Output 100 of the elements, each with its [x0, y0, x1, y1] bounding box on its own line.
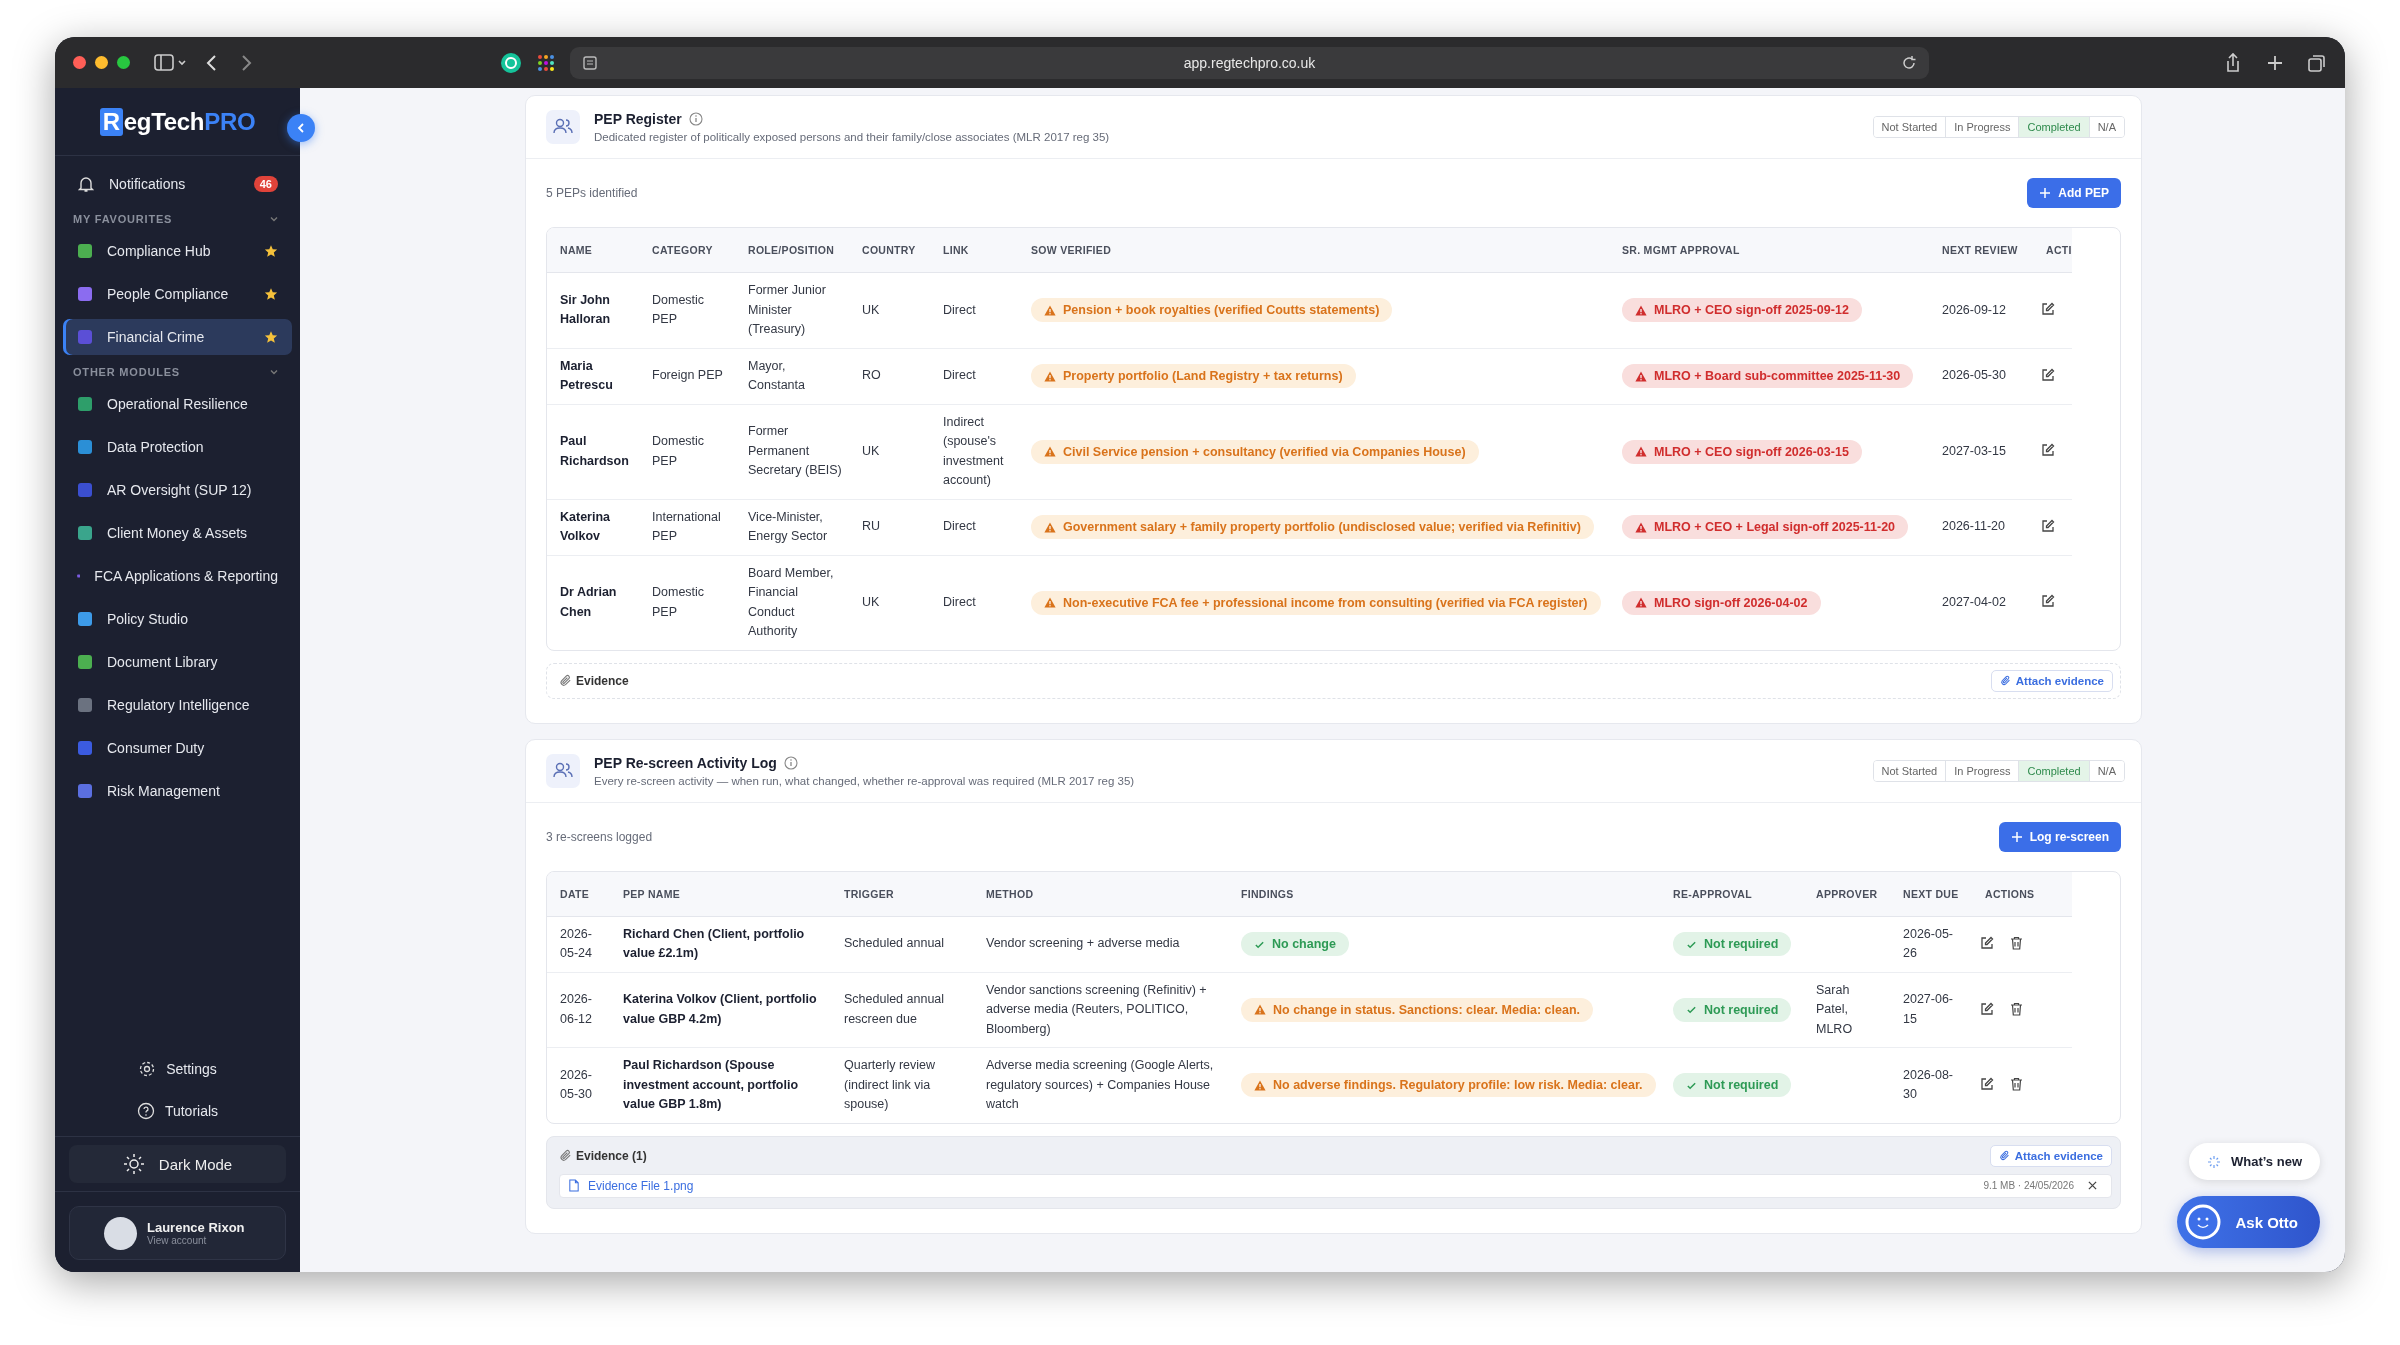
- sidebar-item[interactable]: Document Library: [63, 644, 292, 680]
- column-header: DATE: [560, 887, 589, 900]
- settings-link[interactable]: Settings: [55, 1048, 300, 1090]
- info-icon[interactable]: [688, 112, 703, 126]
- attach-evidence-button[interactable]: Attach evidence: [1990, 669, 2113, 692]
- attach-evidence-button[interactable]: Attach evidence: [1989, 1144, 2112, 1167]
- status-text: MLRO + CEO sign-off 2025-09-12: [1654, 302, 1849, 319]
- zoom-window-icon[interactable]: [117, 56, 130, 69]
- table-cell: 2027-06-15: [1903, 992, 1954, 1026]
- table-cell: RU: [862, 519, 881, 534]
- file-icon: [568, 1179, 580, 1192]
- table-cell: Former Junior Minister (Treasury): [748, 283, 826, 336]
- status-text: Pension + book royalties (verified Coutts statements): [1063, 302, 1380, 319]
- table-cell: UK: [862, 443, 880, 458]
- logo[interactable]: R egTechPRO: [99, 107, 256, 136]
- column-header: TRIGGER: [844, 887, 894, 900]
- paperclip-icon: [1998, 1150, 2010, 1161]
- sidebar-item[interactable]: AR Oversight (SUP 12): [63, 472, 292, 508]
- table-cell: Vendor screening + adverse media: [986, 936, 1180, 951]
- status-option[interactable]: Completed: [2019, 760, 2090, 781]
- table-cell: 2026-05-24: [560, 926, 592, 960]
- sidebar-item[interactable]: Operational Resilience: [63, 386, 292, 422]
- card-description: Every re-screen activity — when run, what changed, whether re-approval was required (MLR 2017 reg 35): [594, 774, 1136, 787]
- table-cell: Domestic PEP: [652, 585, 705, 619]
- info-icon[interactable]: [783, 755, 798, 770]
- column-header: METHOD: [986, 887, 1034, 900]
- add-button[interactable]: Add PEP: [2027, 178, 2121, 208]
- view-account-link[interactable]: View account: [147, 1235, 245, 1246]
- column-header: ACTIONS: [1985, 887, 2035, 900]
- table-cell: Katerina Volkov (Client, portfolio value GBP 4.2m): [623, 992, 817, 1026]
- add-button[interactable]: Log re-screen: [1998, 821, 2121, 852]
- card-title: PEP Register: [594, 111, 682, 127]
- table-cell: Adverse media screening (Google Alerts, regulatory sources) + Companies House watch: [986, 1058, 1214, 1111]
- address-bar[interactable]: app.regtechpro.co.uk: [570, 46, 1929, 79]
- table-cell: 2026-05-30: [1942, 368, 2006, 383]
- edit-icon: [2041, 518, 2055, 533]
- table-cell: 2027-03-15: [1942, 443, 2006, 458]
- apps-grid-icon[interactable]: [536, 52, 556, 73]
- sidebar-item[interactable]: Risk Management: [63, 773, 292, 809]
- column-header: SR. MGMT APPROVAL: [1622, 244, 1740, 256]
- status-text: Civil Service pension + consultancy (verified via Companies House): [1063, 443, 1466, 460]
- bell-icon: [77, 175, 95, 193]
- table-cell: 2026-09-12: [1942, 302, 2006, 317]
- sidebar-item[interactable]: Regulatory Intelligence: [63, 687, 292, 723]
- avatar: [104, 1216, 137, 1250]
- star-icon[interactable]: [264, 287, 278, 301]
- tutorials-link[interactable]: Tutorials: [55, 1090, 300, 1132]
- url-text: app.regtechpro.co.uk: [1182, 54, 1317, 71]
- status-option[interactable]: Not Started: [1873, 760, 1947, 781]
- evidence-label: Evidence (1): [576, 1148, 647, 1163]
- edit-icon: [1980, 1001, 1994, 1016]
- notifications-link[interactable]: Notifications 46: [63, 166, 292, 202]
- edit-icon: [1980, 1077, 1994, 1091]
- status-option[interactable]: Completed: [2019, 117, 2090, 137]
- column-header: APPROVER: [1816, 887, 1878, 900]
- sidebar-item[interactable]: Client Money & Assets: [63, 515, 292, 551]
- trash-icon: [2010, 1077, 2023, 1091]
- column-header: NEXT REVIEW: [1942, 244, 2018, 256]
- file-link[interactable]: Evidence File 1.png: [588, 1178, 1976, 1193]
- chevron-left-icon: [295, 122, 307, 134]
- trash-icon: [2010, 935, 2023, 950]
- tabs-overview-icon[interactable]: [2307, 52, 2327, 73]
- sidebar-item[interactable]: Financial Crime: [63, 319, 292, 355]
- table-cell: 2027-04-02: [1942, 594, 2006, 609]
- status-text: Not required: [1704, 1077, 1779, 1094]
- warning-icon: [1044, 304, 1056, 316]
- close-window-icon[interactable]: [73, 56, 86, 69]
- sidebar-item[interactable]: People Compliance: [63, 276, 292, 312]
- ask-otto-button[interactable]: Ask Otto: [2177, 1196, 2320, 1248]
- edit-icon: [2041, 302, 2055, 316]
- star-icon[interactable]: [264, 330, 278, 344]
- table-cell: 2026-05-30: [560, 1067, 592, 1102]
- sidebar-item[interactable]: Consumer Duty: [63, 730, 292, 766]
- table-cell: Paul Richardson (Spouse investment account, portfolio value GBP 1.8m): [623, 1058, 798, 1111]
- account-card[interactable]: Laurence Rixon View account: [69, 1206, 286, 1260]
- card-title: PEP Re-screen Activity Log: [594, 754, 777, 771]
- status-text: No adverse findings. Regulatory profile: low risk. Media: clear.: [1273, 1077, 1643, 1094]
- status-text: MLRO + CEO sign-off 2026-03-15: [1654, 443, 1849, 460]
- table-cell: Sir John Halloran: [560, 292, 610, 327]
- table-cell: Domestic PEP: [652, 292, 705, 327]
- dark-mode-button[interactable]: Dark Mode: [69, 1145, 286, 1183]
- column-header: FINDINGS: [1241, 887, 1294, 900]
- extension-icon[interactable]: [500, 51, 522, 74]
- paperclip-icon: [1999, 675, 2011, 686]
- table-cell: Vendor sanctions screening (Refinitiv) + adverse media (Reuters, POLITICO, Bloomberg): [986, 982, 1207, 1036]
- sparkle-icon: [2206, 1154, 2221, 1169]
- star-icon[interactable]: [264, 244, 278, 258]
- whats-new-button[interactable]: What’s new: [2188, 1143, 2320, 1180]
- sidebar-item[interactable]: Data Protection: [63, 429, 292, 465]
- sidebar-item[interactable]: Policy Studio: [63, 601, 292, 637]
- reload-icon[interactable]: [1901, 54, 1917, 71]
- sidebar-item[interactable]: FCA Applications & Reporting: [63, 558, 292, 594]
- warning-icon: [1635, 521, 1647, 533]
- sidebar-toggle-icon[interactable]: [154, 51, 188, 74]
- card-description: Dedicated register of politically exposed persons and their family/close associates (MLR 2017 reg 35): [594, 131, 1111, 143]
- status-option[interactable]: Not Started: [1873, 117, 1947, 137]
- minimize-window-icon[interactable]: [95, 56, 108, 69]
- table-cell: Scheduled annual rescreen due: [844, 992, 945, 1026]
- table-cell: Direct: [943, 368, 976, 383]
- sidebar-item[interactable]: Compliance Hub: [63, 233, 292, 269]
